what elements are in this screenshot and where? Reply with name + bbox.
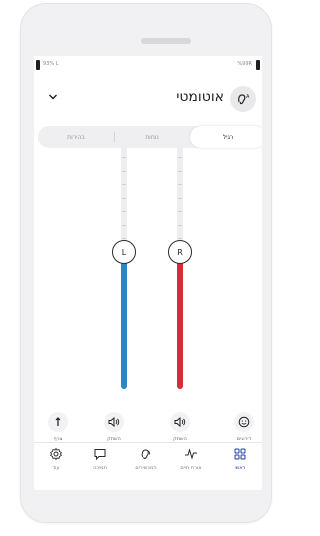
slider-tick	[122, 225, 126, 226]
slider-tick	[178, 211, 182, 212]
right-battery-icon	[256, 60, 260, 70]
slider-tick	[122, 171, 126, 172]
slider-tick	[122, 184, 126, 185]
nav-support-label: תמיכה	[93, 465, 107, 471]
nav-lifestyle-label: אורח חיים	[180, 465, 202, 471]
nav-devices[interactable]: המכשירים	[126, 447, 166, 487]
smiley-icon	[234, 412, 254, 432]
bottom-navigation: עוד תמיכה המכשירים אורח חיים ראשי	[34, 442, 262, 490]
home-grid-icon	[234, 448, 246, 460]
slider-tick	[178, 238, 182, 239]
gear-icon	[50, 447, 62, 461]
app-screen: 93% L %99R אוטומטי A בהירות נוחות רגיל L…	[34, 56, 262, 490]
speaker-icon	[170, 412, 190, 432]
slider-tick	[122, 157, 126, 158]
left-volume-handle[interactable]: L	[112, 240, 136, 264]
left-volume-slider[interactable]: L	[112, 144, 136, 389]
left-ear-label: L	[121, 247, 127, 257]
left-battery-text: 93% L	[43, 61, 59, 67]
program-header: אוטומטי A	[34, 82, 262, 114]
slider-tick	[178, 198, 182, 199]
nav-home-label: ראשי	[234, 465, 246, 471]
svg-text:A: A	[246, 94, 250, 100]
hearing-aid-icon	[141, 449, 151, 460]
hearing-aid-a-icon: A	[230, 86, 256, 112]
slider-tick	[178, 171, 182, 172]
right-volume-slider[interactable]: R	[168, 144, 192, 389]
slider-tick	[122, 211, 126, 212]
right-ear-label: R	[177, 247, 183, 257]
program-tabs: בהירות נוחות רגיל	[38, 126, 262, 148]
nav-more[interactable]: עוד	[36, 447, 76, 487]
left-volume-fill	[121, 252, 127, 389]
chevron-down-icon[interactable]	[48, 92, 58, 102]
slider-tick	[122, 238, 126, 239]
pin-icon	[48, 412, 68, 432]
nav-more-label: עוד	[52, 465, 60, 471]
tab-label: רגיל	[222, 133, 234, 141]
nav-lifestyle[interactable]: אורח חיים	[171, 447, 211, 487]
phone-speaker	[141, 38, 191, 44]
tab-clarity[interactable]: בהירות	[38, 126, 114, 148]
slider-tick	[122, 198, 126, 199]
left-battery-icon	[36, 60, 40, 70]
chat-icon	[94, 449, 106, 461]
speaker-icon	[104, 412, 124, 432]
right-volume-handle[interactable]: R	[168, 240, 192, 264]
nav-home[interactable]: ראשי	[220, 447, 260, 487]
activity-icon	[185, 448, 197, 460]
slider-tick	[178, 157, 182, 158]
battery-status-row: 93% L %99R	[34, 60, 262, 72]
nav-support[interactable]: תמיכה	[80, 447, 120, 487]
tab-label: נוחות	[145, 133, 159, 141]
nav-devices-label: המכשירים	[135, 465, 157, 471]
right-volume-fill	[177, 252, 183, 389]
tab-normal[interactable]: רגיל	[190, 126, 262, 148]
program-title[interactable]: אוטומטי	[176, 89, 224, 105]
tab-label: בהירות	[67, 133, 85, 141]
right-battery-text: %99R	[237, 61, 252, 67]
slider-tick	[178, 225, 182, 226]
slider-tick	[178, 184, 182, 185]
